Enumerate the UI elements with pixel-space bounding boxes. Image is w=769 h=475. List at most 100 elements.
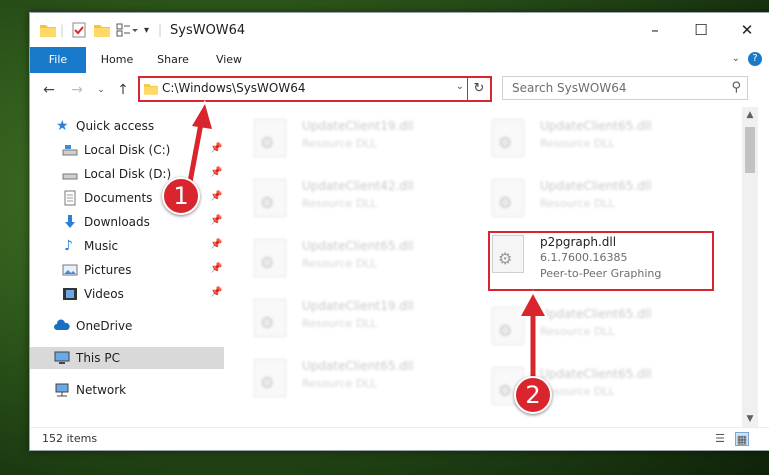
sidebar-item-label: Documents (84, 191, 153, 205)
list-item[interactable]: ⚙ UpdateClient65.dll Resource DLL (230, 229, 460, 283)
file-description: Resource DLL (302, 257, 377, 270)
sidebar-item-downloads[interactable]: Downloads 📌 (30, 211, 224, 233)
tab-home[interactable]: Home (92, 47, 142, 73)
sidebar-item-label: Music (84, 239, 119, 253)
search-input[interactable]: Search SysWOW64 ⚲ (502, 76, 748, 100)
navigation-pane: ★ Quick access Local Disk (C:) 📌 Local D… (30, 107, 226, 427)
window-title: SysWOW64 (170, 23, 246, 38)
forward-arrow-icon[interactable]: → (68, 81, 86, 99)
large-icons-view-icon[interactable]: ▦ (735, 432, 749, 446)
sidebar-item-pictures[interactable]: Pictures 📌 (30, 259, 224, 281)
pin-icon: 📌 (210, 215, 223, 226)
file-description: Resource DLL (302, 137, 377, 150)
sidebar-item-label: Network (76, 383, 127, 397)
dll-file-icon: ⚙ (492, 235, 524, 273)
maximize-button[interactable]: ☐ (678, 13, 724, 47)
dll-file-icon: ⚙ (254, 239, 286, 277)
list-item[interactable]: ⚙ UpdateClient19.dll Resource DLL (230, 109, 460, 163)
pin-icon: 📌 (210, 263, 223, 274)
close-button[interactable]: ✕ (724, 13, 769, 47)
sidebar-item-network[interactable]: Network (30, 379, 224, 401)
sidebar-item-label: Downloads (84, 215, 150, 229)
sidebar-item-quick-access[interactable]: ★ Quick access (30, 115, 224, 137)
file-name: UpdateClient65.dll (540, 179, 652, 193)
separator: | (60, 23, 65, 37)
dll-file-icon: ⚙ (254, 299, 286, 337)
details-view-icon[interactable]: ☰ (713, 432, 727, 446)
music-icon: ♪ (64, 238, 73, 254)
back-arrow-icon[interactable]: ← (40, 81, 58, 99)
tab-share[interactable]: Share (148, 47, 198, 73)
help-icon[interactable]: ? (748, 52, 762, 66)
folder-icon (40, 21, 56, 39)
file-name: UpdateClient42.dll (302, 179, 414, 193)
address-row: ← → ⌄ ↑ C:\Windows\SysWOW64 ⌄ ↻ Search S… (30, 73, 769, 107)
callout-2: 2 (514, 376, 552, 414)
view-options-icon[interactable] (116, 21, 138, 39)
network-icon (55, 383, 69, 397)
sidebar-item-videos[interactable]: Videos 📌 (30, 283, 224, 305)
dll-file-icon: ⚙ (254, 119, 286, 157)
list-item[interactable]: ⚙ UpdateClient65.dll Resource DLL (468, 297, 698, 351)
file-description: Resource DLL (540, 137, 615, 150)
list-item[interactable]: ⚙ UpdateClient65.dll Resource DLL (468, 109, 698, 163)
scroll-down-icon[interactable]: ▼ (742, 411, 758, 427)
videos-icon (63, 288, 77, 300)
status-bar: 152 items ☰ ▦ (30, 427, 769, 450)
computer-icon (54, 351, 70, 364)
new-folder-icon[interactable] (94, 21, 110, 39)
address-dropdown-icon[interactable]: ⌄ (456, 81, 464, 92)
file-description: Resource DLL (540, 325, 615, 338)
file-name: UpdateClient65.dll (302, 239, 414, 253)
file-explorer-window: | ▾ | SysWOW64 – ☐ ✕ File Home Share Vie… (29, 12, 769, 451)
file-description: Resource DLL (302, 197, 377, 210)
list-item[interactable]: ⚙ UpdateClient19.dll Resource DLL (230, 289, 460, 343)
sidebar-item-label: OneDrive (76, 319, 133, 333)
file-name: p2pgraph.dll (540, 235, 617, 249)
recent-locations-icon[interactable]: ⌄ (92, 81, 110, 99)
list-item[interactable]: ⚙ UpdateClient65.dll Resource DLL (468, 169, 698, 223)
download-icon (65, 215, 75, 228)
sidebar-item-label: Local Disk (D:) (84, 167, 172, 181)
sidebar-item-music[interactable]: ♪ Music 📌 (30, 235, 224, 257)
scroll-up-icon[interactable]: ▲ (742, 107, 758, 123)
list-item[interactable]: ⚙ UpdateClient65.dll Resource DLL (468, 357, 698, 411)
file-description: Resource DLL (302, 317, 377, 330)
file-name: UpdateClient65.dll (540, 367, 652, 381)
properties-icon[interactable] (72, 21, 86, 39)
scroll-thumb[interactable] (745, 127, 755, 173)
sidebar-item-onedrive[interactable]: OneDrive (30, 315, 224, 337)
expand-ribbon-icon[interactable]: ⌄ (732, 53, 740, 64)
sidebar-item-local-disk-c[interactable]: Local Disk (C:) 📌 (30, 139, 224, 161)
file-version: 6.1.7600.16385 (540, 251, 628, 264)
file-name: UpdateClient65.dll (302, 359, 414, 373)
pin-icon: 📌 (210, 239, 223, 250)
title-bar: | ▾ | SysWOW64 – ☐ ✕ (30, 13, 769, 47)
sidebar-item-local-disk-d[interactable]: Local Disk (D:) 📌 (30, 163, 224, 185)
documents-icon (64, 190, 76, 206)
file-name: UpdateClient65.dll (540, 119, 652, 133)
cloud-icon (54, 319, 70, 330)
list-item-p2pgraph[interactable]: ⚙ p2pgraph.dll 6.1.7600.16385 Peer-to-Pe… (468, 233, 698, 287)
file-description: Resource DLL (302, 377, 377, 390)
refresh-icon[interactable]: ↻ (467, 78, 490, 100)
file-name: UpdateClient19.dll (302, 119, 414, 133)
sidebar-item-label: Quick access (76, 119, 155, 133)
star-icon: ★ (56, 118, 69, 134)
folder-icon (144, 84, 158, 95)
vertical-scrollbar[interactable]: ▲ ▼ (742, 107, 758, 427)
list-item[interactable]: ⚙ UpdateClient65.dll Resource DLL (230, 349, 460, 403)
callout-1: 1 (162, 177, 200, 215)
minimize-button[interactable]: – (632, 13, 678, 47)
file-name: UpdateClient19.dll (302, 299, 414, 313)
dll-file-icon: ⚙ (492, 307, 524, 345)
customize-toolbar-icon[interactable]: ▾ (144, 21, 149, 39)
tab-view[interactable]: View (204, 47, 254, 73)
list-item[interactable]: ⚙ UpdateClient42.dll Resource DLL (230, 169, 460, 223)
drive-icon (62, 173, 78, 180)
up-arrow-icon[interactable]: ↑ (114, 81, 132, 99)
search-icon[interactable]: ⚲ (731, 80, 741, 95)
sidebar-item-this-pc[interactable]: This PC (30, 347, 224, 369)
address-bar[interactable]: C:\Windows\SysWOW64 ⌄ ↻ (138, 76, 492, 102)
file-description: Peer-to-Peer Graphing (540, 267, 662, 280)
